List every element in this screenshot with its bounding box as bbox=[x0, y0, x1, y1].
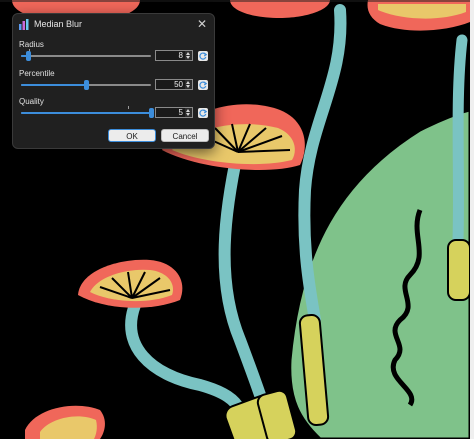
median-blur-dialog: Median Blur ✕ Radius 8 Percentile 50 Qua… bbox=[12, 13, 215, 149]
stepper-up-icon[interactable] bbox=[186, 52, 190, 55]
quality-value[interactable]: 5 bbox=[179, 108, 183, 118]
stepper-down-icon[interactable] bbox=[186, 85, 190, 88]
cancel-button[interactable]: Cancel bbox=[161, 129, 209, 142]
radius-slider[interactable] bbox=[21, 49, 151, 61]
yellow-stem-4 bbox=[447, 239, 471, 301]
ok-button[interactable]: OK bbox=[108, 129, 156, 142]
quality-label: Quality bbox=[19, 97, 44, 106]
close-icon[interactable]: ✕ bbox=[195, 17, 209, 31]
reset-icon[interactable] bbox=[198, 80, 208, 90]
stepper-down-icon[interactable] bbox=[186, 56, 190, 59]
percentile-slider-fill bbox=[21, 84, 86, 86]
percentile-stepper[interactable]: 50 bbox=[155, 79, 193, 90]
radius-slider-thumb[interactable] bbox=[26, 51, 31, 61]
radius-stepper[interactable]: 8 bbox=[155, 50, 193, 61]
dialog-title: Median Blur bbox=[34, 19, 83, 29]
quality-slider-fill bbox=[21, 112, 151, 114]
radius-label: Radius bbox=[19, 40, 44, 49]
quality-stepper-buttons[interactable] bbox=[185, 108, 192, 117]
dialog-titlebar[interactable]: Median Blur ✕ bbox=[13, 14, 214, 36]
percentile-slider-thumb[interactable] bbox=[84, 80, 89, 90]
effects-bar-chart-icon bbox=[19, 19, 29, 30]
quality-tick bbox=[128, 106, 129, 109]
reset-icon[interactable] bbox=[198, 108, 208, 118]
radius-value[interactable]: 8 bbox=[179, 51, 183, 61]
percentile-value[interactable]: 50 bbox=[174, 80, 183, 90]
stepper-up-icon[interactable] bbox=[186, 81, 190, 84]
window-right-edge bbox=[470, 0, 474, 439]
quality-stepper[interactable]: 5 bbox=[155, 107, 193, 118]
stepper-up-icon[interactable] bbox=[186, 109, 190, 112]
percentile-slider[interactable] bbox=[21, 80, 151, 90]
stem-4 bbox=[452, 34, 468, 246]
percentile-stepper-buttons[interactable] bbox=[185, 80, 192, 89]
reset-icon[interactable] bbox=[198, 51, 208, 61]
percentile-label: Percentile bbox=[19, 69, 55, 78]
quality-slider[interactable] bbox=[21, 106, 154, 118]
quality-slider-thumb[interactable] bbox=[149, 108, 154, 118]
radius-stepper-buttons[interactable] bbox=[185, 51, 192, 60]
stepper-down-icon[interactable] bbox=[186, 113, 190, 116]
